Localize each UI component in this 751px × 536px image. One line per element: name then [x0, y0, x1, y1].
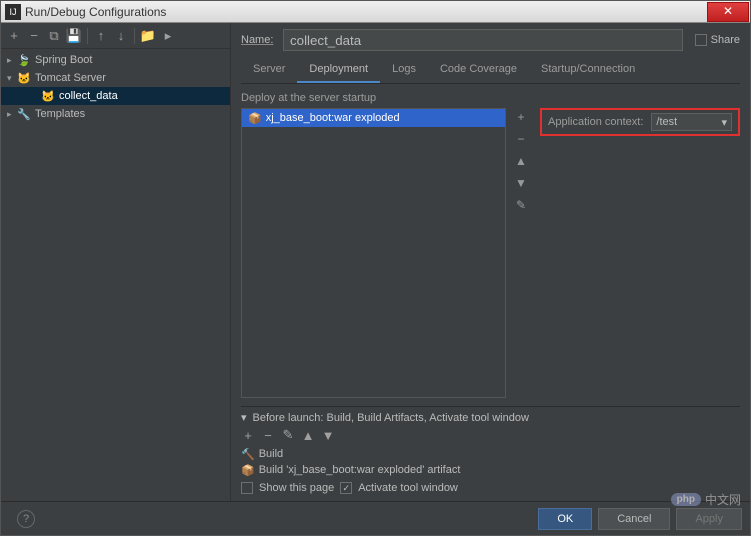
appctx-value: /test	[656, 116, 677, 128]
chevron-down-icon[interactable]: ▾	[241, 411, 247, 424]
wrench-icon[interactable]: ▸	[161, 29, 175, 43]
divider	[241, 406, 740, 407]
bl-up-button[interactable]: ▲	[301, 428, 315, 442]
artifact-list[interactable]: 📦 xj_base_boot:war exploded	[241, 108, 506, 398]
tree-item-spring-boot[interactable]: ▸ 🍃 Spring Boot	[1, 51, 230, 69]
artifact-icon: 📦	[248, 112, 262, 125]
activate-label: Activate tool window	[358, 482, 458, 494]
tree-item-tomcat[interactable]: ▾ 🐱 Tomcat Server	[1, 69, 230, 87]
bl-down-button[interactable]: ▼	[321, 428, 335, 442]
save-icon[interactable]: 💾	[67, 29, 81, 43]
tree-label: collect_data	[59, 90, 118, 102]
chevron-down-icon[interactable]: ▾	[7, 73, 17, 84]
name-input[interactable]	[283, 29, 683, 51]
share-checkbox[interactable]	[695, 34, 707, 46]
deploy-section-label: Deploy at the server startup	[241, 92, 740, 104]
before-launch-label: Before launch: Build, Build Artifacts, A…	[253, 412, 529, 424]
footer: ? OK Cancel Apply	[1, 501, 750, 535]
task-label: Build 'xj_base_boot:war exploded' artifa…	[259, 464, 461, 476]
config-tree: ▸ 🍃 Spring Boot ▾ 🐱 Tomcat Server 🐱 coll…	[1, 49, 230, 501]
tree-item-collect-data[interactable]: 🐱 collect_data	[1, 87, 230, 105]
tab-server[interactable]: Server	[241, 57, 297, 83]
task-label: Build	[259, 448, 283, 460]
tree-label: Tomcat Server	[35, 72, 106, 84]
tree-item-templates[interactable]: ▸ 🔧 Templates	[1, 105, 230, 123]
chevron-right-icon[interactable]: ▸	[7, 109, 17, 120]
before-launch-header[interactable]: ▾ Before launch: Build, Build Artifacts,…	[241, 411, 740, 424]
sidebar-toolbar: + − ⧉ 💾 ↑ ↓ 📁 ▸	[1, 23, 230, 49]
chevron-down-icon: ▾	[721, 116, 727, 129]
tomcat-icon: 🐱	[17, 71, 31, 85]
sidebar: + − ⧉ 💾 ↑ ↓ 📁 ▸ ▸ 🍃 Spring Boot ▾	[1, 23, 231, 501]
ok-button[interactable]: OK	[538, 508, 592, 530]
artifact-down-button[interactable]: ▼	[515, 176, 527, 190]
watermark: php 中文网	[671, 491, 741, 508]
tab-deployment[interactable]: Deployment	[297, 57, 380, 83]
tabs: Server Deployment Logs Code Coverage Sta…	[241, 57, 740, 84]
before-launch-toolbar: + − ✎ ▲ ▼	[241, 424, 740, 446]
appctx-label: Application context:	[548, 116, 643, 128]
separator	[134, 28, 135, 44]
remove-icon[interactable]: −	[27, 29, 41, 43]
tomcat-icon: 🐱	[41, 89, 55, 103]
templates-icon: 🔧	[17, 107, 31, 121]
appctx-dropdown[interactable]: /test ▾	[651, 113, 732, 131]
tree-label: Spring Boot	[35, 54, 92, 66]
help-button[interactable]: ?	[17, 510, 35, 528]
task-row[interactable]: 📦 Build 'xj_base_boot:war exploded' arti…	[241, 462, 740, 478]
main-panel: Name: Share Server Deployment Logs Code …	[231, 23, 750, 501]
up-icon[interactable]: ↑	[94, 29, 108, 43]
artifact-item[interactable]: 📦 xj_base_boot:war exploded	[242, 109, 505, 127]
down-icon[interactable]: ↓	[114, 29, 128, 43]
chevron-right-icon[interactable]: ▸	[7, 55, 17, 66]
artifact-icon: 📦	[241, 464, 255, 477]
app-icon: IJ	[5, 4, 21, 20]
watermark-text: 中文网	[705, 491, 741, 508]
artifact-up-button[interactable]: ▲	[515, 154, 527, 168]
tab-startup[interactable]: Startup/Connection	[529, 57, 647, 83]
tab-code-coverage[interactable]: Code Coverage	[428, 57, 529, 83]
bl-edit-button[interactable]: ✎	[281, 428, 295, 442]
application-context-highlight: Application context: /test ▾	[540, 108, 740, 136]
window-title: Run/Debug Configurations	[25, 5, 707, 19]
tree-label: Templates	[35, 108, 85, 120]
hammer-icon: 🔨	[241, 448, 255, 461]
copy-icon[interactable]: ⧉	[47, 29, 61, 43]
folder-icon[interactable]: 📁	[141, 29, 155, 43]
artifact-buttons: + − ▲ ▼ ✎	[512, 108, 530, 398]
cancel-button[interactable]: Cancel	[598, 508, 670, 530]
name-label: Name:	[241, 34, 283, 46]
bl-add-button[interactable]: +	[241, 428, 255, 442]
artifact-add-button[interactable]: +	[517, 110, 524, 124]
artifact-label: xj_base_boot:war exploded	[266, 112, 400, 124]
tab-logs[interactable]: Logs	[380, 57, 428, 83]
add-icon[interactable]: +	[7, 29, 21, 43]
apply-button[interactable]: Apply	[676, 508, 742, 530]
task-row[interactable]: 🔨 Build	[241, 446, 740, 462]
artifact-remove-button[interactable]: −	[517, 132, 524, 146]
titlebar: IJ Run/Debug Configurations ✕	[1, 1, 750, 23]
before-launch-list: 🔨 Build 📦 Build 'xj_base_boot:war explod…	[241, 446, 740, 478]
artifact-edit-button[interactable]: ✎	[516, 198, 526, 212]
show-page-checkbox[interactable]	[241, 482, 253, 494]
close-button[interactable]: ✕	[707, 2, 749, 22]
bl-remove-button[interactable]: −	[261, 428, 275, 442]
share-option[interactable]: Share	[695, 34, 740, 46]
share-label: Share	[711, 34, 740, 46]
php-badge: php	[671, 493, 701, 506]
show-page-label: Show this page	[259, 482, 334, 494]
spring-icon: 🍃	[17, 53, 31, 67]
activate-checkbox[interactable]: ✓	[340, 482, 352, 494]
separator	[87, 28, 88, 44]
